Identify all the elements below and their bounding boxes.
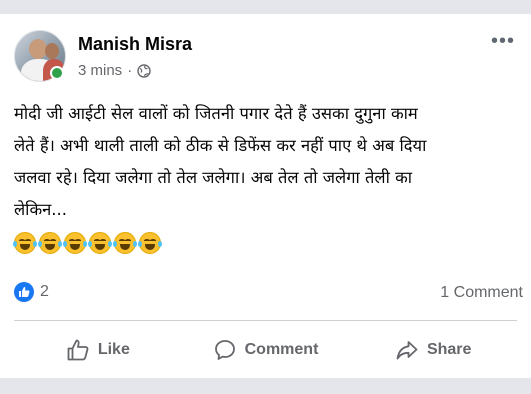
post-text: मोदी जी आईटी सेल वालों को जितनी पगार देत… bbox=[14, 104, 427, 219]
like-summary[interactable]: 2 bbox=[14, 282, 49, 302]
share-button-label: Share bbox=[426, 341, 472, 358]
laughing-crying-emoji bbox=[13, 232, 37, 254]
online-status-indicator bbox=[50, 66, 64, 80]
emoji-row bbox=[13, 232, 162, 254]
like-count: 2 bbox=[40, 283, 49, 300]
comment-button[interactable]: Comment bbox=[182, 330, 350, 370]
like-button[interactable]: Like bbox=[14, 330, 182, 370]
post-card: Manish Misra 3 mins · ••• मोदी जी आईटी स… bbox=[0, 14, 531, 378]
post-timestamp[interactable]: 3 mins bbox=[78, 62, 122, 79]
comment-bubble-icon bbox=[214, 340, 235, 360]
comment-button-label: Comment bbox=[244, 341, 319, 358]
meta-separator: · bbox=[127, 62, 133, 79]
post-header: Manish Misra 3 mins · ••• bbox=[14, 30, 517, 84]
laughing-crying-emoji bbox=[88, 232, 112, 254]
thumbs-up-icon bbox=[67, 339, 89, 361]
divider bbox=[14, 320, 517, 321]
author-avatar[interactable] bbox=[14, 30, 66, 82]
action-bar: Like Comment Share bbox=[14, 330, 517, 370]
laughing-crying-emoji bbox=[38, 232, 62, 254]
post-stats: 2 1 Comment bbox=[14, 282, 523, 304]
laughing-crying-emoji bbox=[113, 232, 137, 254]
laughing-crying-emoji bbox=[138, 232, 162, 254]
laughing-crying-emoji bbox=[63, 232, 87, 254]
more-options-icon[interactable]: ••• bbox=[491, 31, 515, 51]
like-reaction-icon bbox=[14, 282, 34, 302]
post-meta: 3 mins · bbox=[78, 62, 151, 79]
like-button-label: Like bbox=[97, 341, 130, 358]
author-name[interactable]: Manish Misra bbox=[78, 34, 192, 55]
share-arrow-icon bbox=[396, 341, 418, 360]
share-button[interactable]: Share bbox=[349, 330, 517, 370]
globe-icon[interactable] bbox=[137, 63, 151, 78]
comment-count[interactable]: 1 Comment bbox=[440, 284, 523, 302]
